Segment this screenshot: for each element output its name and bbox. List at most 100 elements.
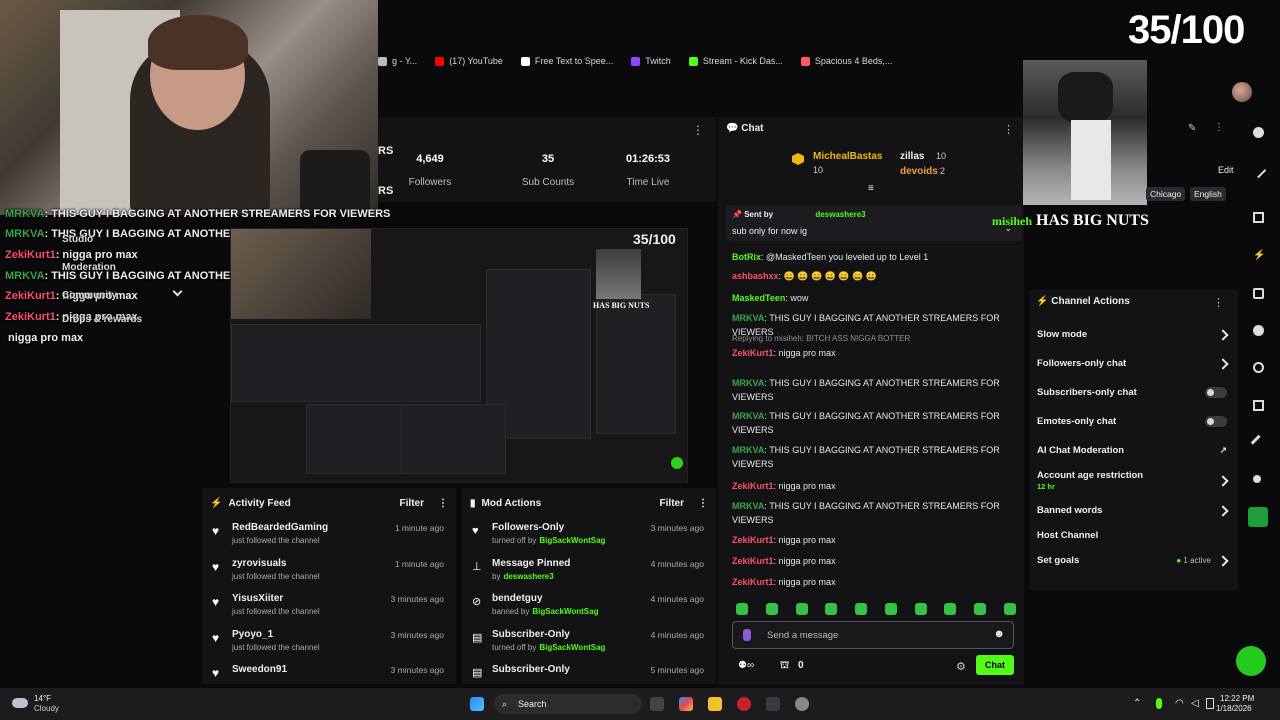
info-icon[interactable] [1253,127,1264,138]
channel-action-row[interactable]: Account age restriction 12 hr [1037,470,1229,491]
emote-icon[interactable] [884,603,897,615]
chat-username[interactable]: MRKVA [732,378,764,388]
activity-feed-filter-button[interactable]: Filter [400,498,424,509]
chevron-right-icon[interactable] [1217,504,1229,517]
chat-message[interactable]: BotRix: @MaskedTeen you leveled up to Le… [732,250,1002,264]
studio-menu-item[interactable]: Studio [62,234,93,245]
chat-message[interactable]: ZekiKurt1: nigga pro max [732,533,1002,547]
chat-message[interactable]: ZekiKurt1: nigga pro max [732,346,1002,360]
bookmark-item[interactable]: g - Y... [378,56,417,66]
app-tray-icon[interactable] [795,697,809,711]
emote-icon[interactable] [1003,603,1016,615]
chat-message[interactable]: MaskedTeen: wow [732,291,1002,305]
weather-temp[interactable]: 14°F [34,694,51,703]
chat-input-field[interactable]: Send a message ☻ [732,621,1014,649]
battery-icon[interactable] [1206,698,1214,709]
emote-icon[interactable] [736,603,748,615]
chat-username[interactable]: MaskedTeen [732,293,785,303]
bolt-icon[interactable]: ⚡ [1253,250,1265,261]
copilot-icon[interactable] [679,697,693,711]
activity-feed-menu-icon[interactable]: ⋮ [438,498,448,509]
activity-feed-item[interactable]: ♥ RedBeardedGaming just followed the chann… [202,518,456,554]
chat-send-button[interactable]: Chat [976,655,1014,675]
edit-stream-info-button[interactable]: Edit [1218,165,1234,175]
chevron-right-icon[interactable] [1217,474,1229,487]
channel-actions-menu-icon[interactable]: ⋮ [1213,296,1224,309]
bookmark-item[interactable]: (17) YouTube [435,56,503,66]
studio-menu-item[interactable]: Moderation [62,262,116,273]
stack-icon[interactable] [1253,400,1264,411]
taskbar-search[interactable]: ⌕ Search [494,694,642,714]
mod-action-by[interactable]: BigSackWontSag [539,643,605,652]
chat-message[interactable]: ZekiKurt1: nigga pro max [732,575,1002,589]
pencil-icon[interactable]: ✎ [1188,123,1196,134]
store-icon[interactable] [766,697,780,711]
chat-username[interactable]: ZekiKurt1 [732,577,774,587]
emote-icon[interactable] [825,603,838,615]
chat-username[interactable]: MRKVA [732,411,764,421]
emote-icon[interactable] [795,603,808,615]
external-link-icon[interactable]: ↗ [1219,445,1227,456]
studio-menu-item[interactable]: Drops & rewards [62,314,142,325]
bookmark-item[interactable]: Spacious 4 Beds,... [800,56,892,66]
chat-message[interactable]: ZekiKurt1: nigga pro max [732,479,1002,493]
task-view-icon[interactable] [650,697,664,711]
wifi-icon[interactable]: ◠ [1175,698,1184,709]
channel-action-row[interactable]: Slow mode [1037,328,1229,341]
collapse-icon[interactable]: ≡ [868,183,874,194]
chat-username[interactable]: MRKVA [732,445,764,455]
chevron-right-icon[interactable] [1217,328,1229,341]
weather-desc[interactable]: Cloudy [34,704,59,713]
avatar[interactable] [1232,82,1252,102]
emote-icon[interactable] [914,603,927,615]
chat-message[interactable]: MRKVA: THIS GUY I BAGGING AT ANOTHER STR… [732,499,1002,527]
document-icon[interactable] [1253,288,1264,299]
screen-icon[interactable] [1253,212,1264,223]
tag-chicago[interactable]: Chicago [1146,187,1186,201]
mod-action-by[interactable]: BigSackWontSag [539,536,605,545]
nodes-icon[interactable] [1253,475,1261,483]
chat-message[interactable]: ashbashxx: 😀 😀 😀 😀 😀 😀 😀 [732,269,1002,283]
channel-action-row[interactable]: Set goals ● 1 active [1037,554,1229,567]
mod-action-item[interactable]: ▤ Subscriber-Only turned off by BigSackWont… [462,625,716,661]
tag-english[interactable]: English [1190,187,1226,201]
stream-info-menu-icon[interactable]: ⋮ [1214,122,1224,133]
chat-username[interactable]: MRKVA [732,313,764,323]
chat-username[interactable]: ashbashxx [732,271,779,281]
volume-icon[interactable]: ◁ [1191,698,1199,709]
chat-icon[interactable] [1253,325,1264,336]
studio-menu-item[interactable]: Community [62,290,117,301]
chevron-down-icon[interactable] [172,286,183,297]
chat-username[interactable]: ZekiKurt1 [732,348,774,358]
bookmark-item[interactable]: Free Text to Spee... [520,56,613,66]
chat-users-icon[interactable]: ⚉∞ [738,660,754,671]
bookmark-item[interactable]: Stream - Kick Das... [688,56,783,66]
broadcast-icon[interactable] [1253,362,1264,373]
taskbar-time[interactable]: 12:22 PM [1220,694,1254,703]
pencil-edit-icon[interactable] [1250,162,1267,179]
bookmark-item[interactable]: Twitch [631,56,671,66]
emote-icon[interactable] [855,603,868,615]
emote-icon[interactable] [765,603,778,615]
emote-icon[interactable] [974,603,987,615]
taskbar-date[interactable]: 1/18/2026 [1216,704,1252,713]
chat-menu-icon[interactable]: ⋮ [1003,123,1014,136]
chat-message[interactable]: ZekiKurt1: nigga pro max [732,554,1002,568]
app-icon[interactable] [1248,507,1268,527]
wrench-icon[interactable] [1250,434,1267,451]
emoji-icon[interactable]: ☻ [993,628,1005,640]
channel-action-row[interactable]: Banned words [1037,504,1229,517]
toggle-switch[interactable] [1205,416,1227,427]
chat-message[interactable]: MRKVA: THIS GUY I BAGGING AT ANOTHER STR… [732,376,1002,404]
channel-action-row[interactable]: Emotes-only chat [1037,416,1227,427]
chat-username[interactable]: ZekiKurt1 [732,481,774,491]
toggle-switch[interactable] [1205,387,1227,398]
tray-chevron-icon[interactable]: ⌃ [1133,698,1141,709]
activity-feed-item[interactable]: ♥ Pyoyo_1 just followed the channel 3 minut… [202,625,456,661]
channel-action-row[interactable]: AI Chat Moderation ↗ [1037,445,1227,456]
file-explorer-icon[interactable] [708,697,722,711]
channel-action-row[interactable]: Followers-only chat [1037,357,1229,370]
mod-action-item[interactable]: ⊥ Message Pinned by deswashere3 4 minutes ag… [462,554,716,590]
chat-username[interactable]: ZekiKurt1 [732,556,774,566]
microphone-icon[interactable] [743,629,751,641]
